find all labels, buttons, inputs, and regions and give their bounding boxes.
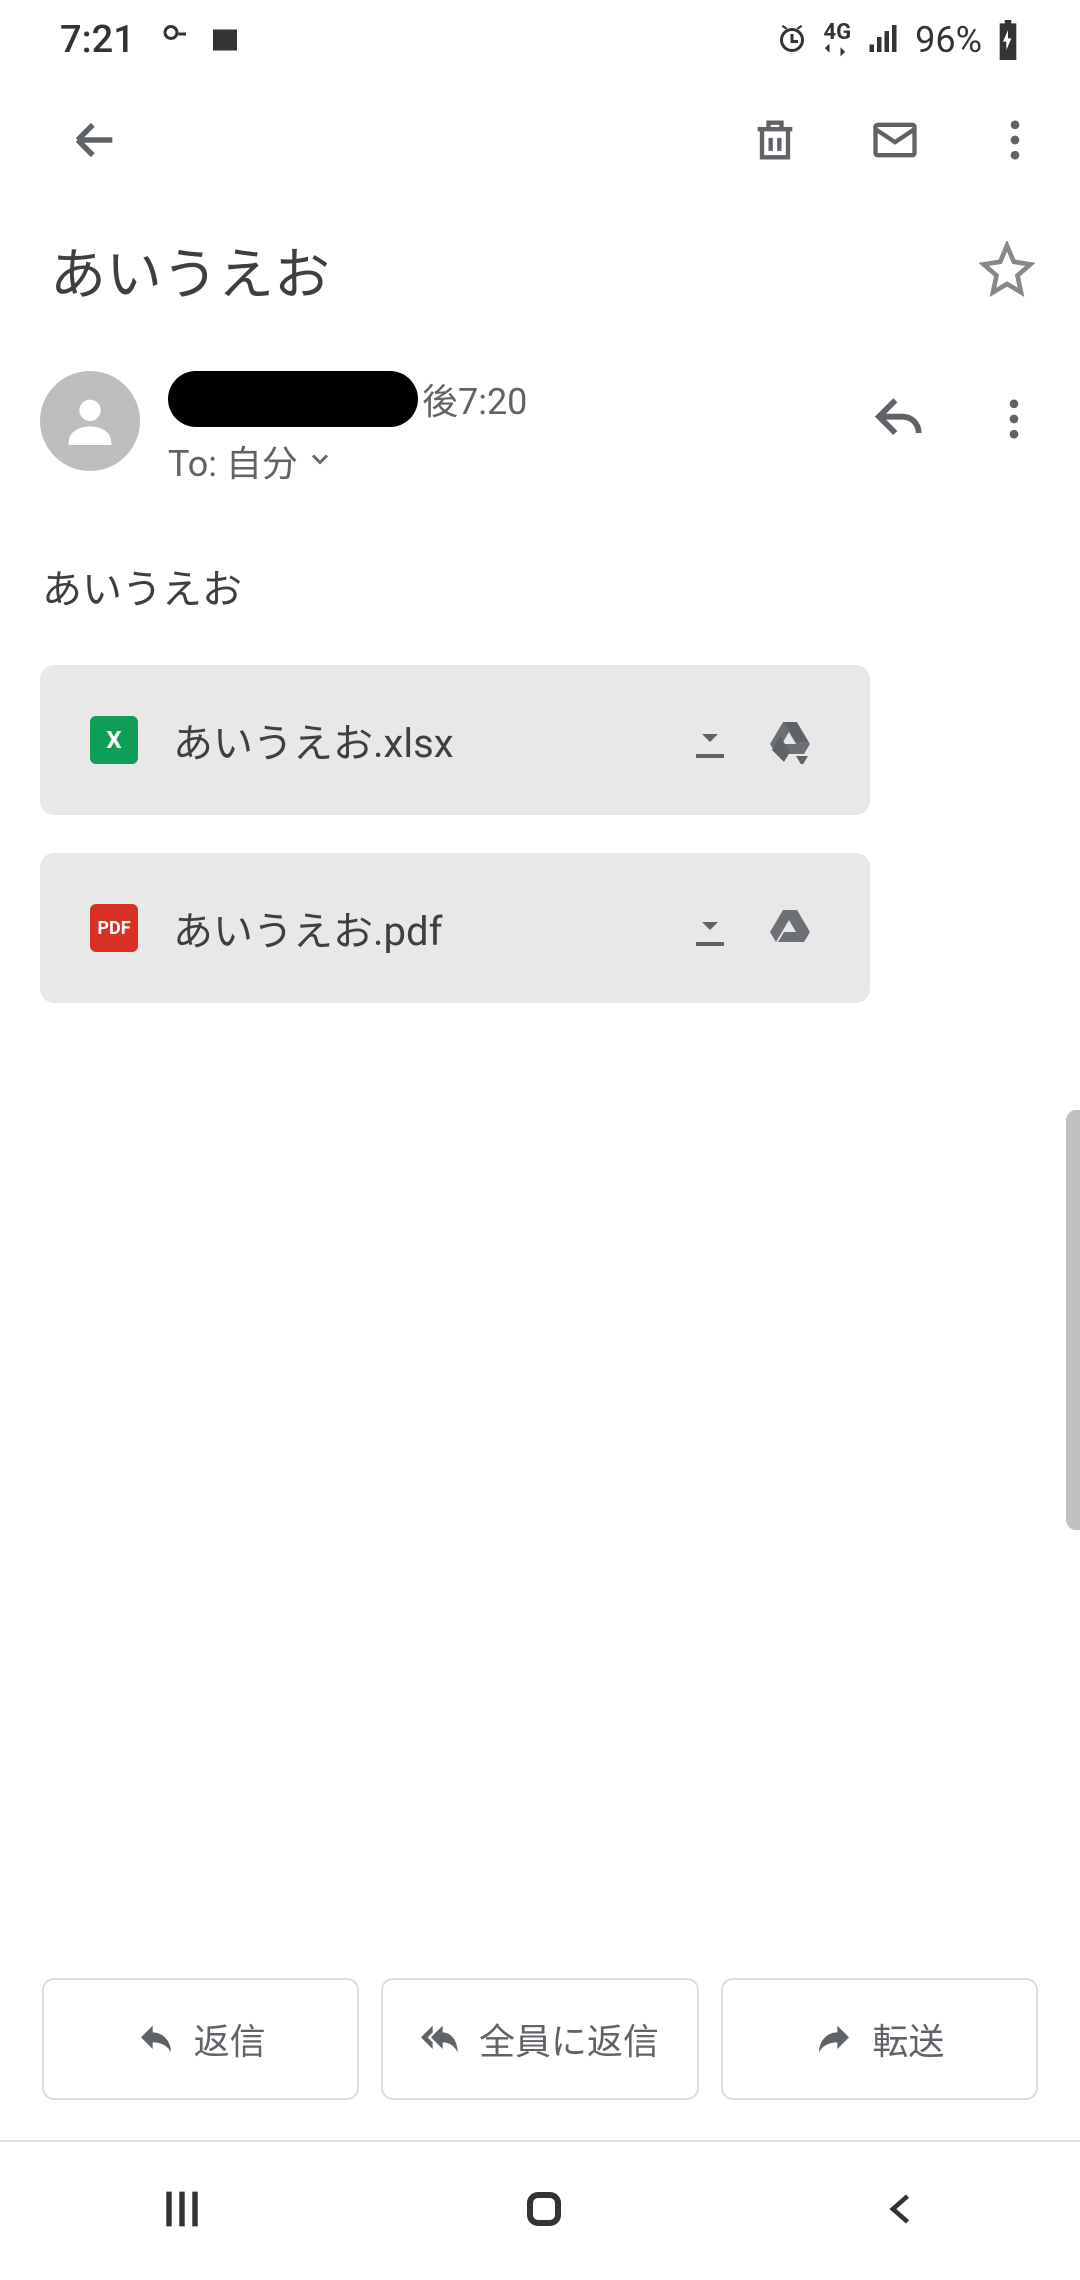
download-button[interactable] (670, 904, 750, 952)
email-subject: あいうえお (50, 230, 979, 311)
mark-unread-button[interactable] (865, 110, 925, 170)
forward-button[interactable]: 転送 (721, 1978, 1038, 2100)
battery-percent: 96% (915, 19, 982, 61)
reply-all-button[interactable]: 全員に返信 (381, 1978, 698, 2100)
picture-icon (207, 22, 243, 58)
drive-button[interactable] (750, 904, 830, 952)
status-bar: 7:21 4G 96% (0, 0, 1080, 80)
star-button[interactable] (979, 241, 1035, 301)
message-time: 後7:20 (422, 373, 527, 425)
recents-nav-button[interactable] (156, 2183, 208, 2239)
email-body: あいうえお (0, 497, 1080, 655)
alarm-icon (774, 22, 810, 58)
reply-label: 返信 (194, 2013, 266, 2065)
action-buttons-row: 返信 全員に返信 転送 (0, 1978, 1080, 2100)
sender-name-redacted (168, 371, 418, 427)
home-nav-button[interactable] (520, 2185, 568, 2237)
attachment-item[interactable]: PDF あいうえお.pdf (40, 853, 870, 1003)
attachments-section: X あいうえお.xlsx PDF あいうえお.pdf (0, 655, 1080, 1051)
back-nav-button[interactable] (880, 2187, 924, 2235)
battery-charging-icon (996, 20, 1020, 60)
sender-avatar[interactable] (40, 371, 140, 471)
reply-button[interactable]: 返信 (42, 1978, 359, 2100)
system-nav-bar (0, 2140, 1080, 2280)
back-button[interactable] (65, 110, 125, 170)
reply-all-label: 全員に返信 (479, 2013, 659, 2065)
drive-button[interactable] (750, 716, 830, 764)
scroll-indicator[interactable] (1066, 1110, 1080, 1530)
pdf-icon: PDF (90, 904, 138, 952)
more-options-button[interactable] (985, 110, 1045, 170)
sender-block: 後7:20 To: 自分 (0, 341, 1080, 497)
to-label: To: 自分 (168, 435, 298, 487)
chevron-down-icon (306, 440, 334, 482)
message-more-button[interactable] (988, 393, 1040, 449)
plug-icon (153, 22, 189, 58)
subject-row: あいうえお (0, 200, 1080, 341)
xlsx-icon: X (90, 716, 138, 764)
attachment-filename: あいうえお.xlsx (173, 711, 670, 769)
recipients-toggle[interactable]: To: 自分 (168, 435, 872, 487)
signal-icon (865, 22, 901, 58)
status-time: 7:21 (60, 18, 135, 62)
forward-label: 転送 (872, 2013, 944, 2065)
app-toolbar (0, 80, 1080, 200)
attachment-item[interactable]: X あいうえお.xlsx (40, 665, 870, 815)
reply-icon-button[interactable] (872, 391, 928, 451)
download-button[interactable] (670, 716, 750, 764)
delete-button[interactable] (745, 110, 805, 170)
network-type-label: 4G (824, 23, 852, 57)
attachment-filename: あいうえお.pdf (173, 899, 670, 957)
